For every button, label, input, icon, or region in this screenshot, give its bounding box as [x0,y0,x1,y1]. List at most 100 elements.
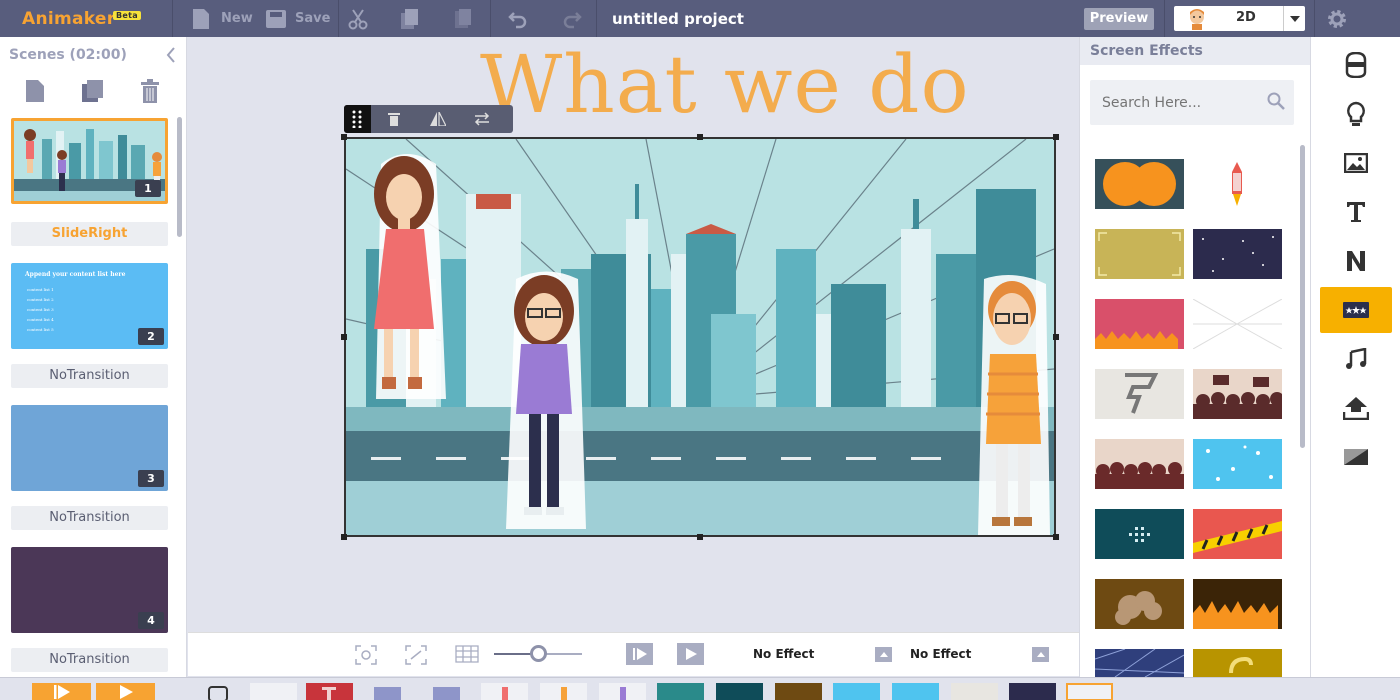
effect-camera-frame[interactable] [1095,229,1184,279]
duplicate-scene-icon[interactable] [80,79,106,103]
delete-object-button[interactable] [388,105,400,133]
collapse-panel-icon[interactable] [166,47,176,63]
scenes-scrollbar[interactable] [177,117,182,237]
settings-button[interactable] [1326,0,1348,37]
effect-rocket[interactable] [1193,159,1282,209]
cut-button[interactable] [348,0,368,37]
save-button[interactable]: Save [265,0,330,37]
scene-2-bullet: content list 2 [27,297,54,302]
flip-icon [430,112,446,126]
timeline-item-stars[interactable] [1009,683,1056,700]
project-title[interactable]: untitled project [612,10,744,28]
effects-scrollbar[interactable] [1300,145,1305,448]
new-button[interactable]: New [190,0,253,37]
effect-web-pattern[interactable] [1095,649,1184,677]
canvas-title-text[interactable]: What we do [480,38,970,131]
play-all-button[interactable] [677,643,704,665]
upload-category-button[interactable] [1320,385,1392,431]
timeline-item-camera[interactable] [195,683,242,700]
timeline-item-smoke[interactable] [775,683,822,700]
scene-thumbnail-2[interactable]: Append your content list here content li… [11,263,168,349]
numbers-category-button[interactable] [1320,238,1392,284]
zoom-slider-thumb[interactable] [530,645,547,662]
effect-smoke[interactable] [1095,579,1184,629]
mode-select[interactable]: 2D [1174,6,1305,31]
search-icon[interactable] [1267,92,1285,110]
exit-effect-label[interactable]: No Effect [910,647,971,661]
effect-binoculars[interactable] [1095,159,1184,209]
copy-button[interactable] [400,0,420,37]
play-scene-button[interactable] [626,643,653,665]
scene-thumbnail-1[interactable]: 1 [11,118,168,204]
effect-crowd[interactable] [1095,439,1184,489]
scene-transition-1[interactable]: SlideRight [11,222,168,246]
effect-gold-swirl[interactable] [1193,649,1282,677]
timeline-item-character[interactable] [481,683,528,700]
effect-snow[interactable] [1193,439,1282,489]
effect-digital[interactable] [1095,509,1184,559]
effect-flames[interactable] [1193,579,1282,629]
timeline-item-character[interactable] [540,683,587,700]
effect-starry-night[interactable] [1193,229,1282,279]
props-category-button[interactable] [1320,91,1392,137]
timeline-item-selected[interactable] [1066,683,1113,700]
timeline-play-button[interactable] [96,683,155,700]
scene-transition-4[interactable]: NoTransition [11,648,168,672]
effects-search-input[interactable] [1090,80,1294,125]
timeline-item-background[interactable] [657,683,704,700]
redo-button[interactable] [562,0,582,37]
timeline-item-character[interactable] [599,683,646,700]
resize-handle[interactable] [1053,534,1059,540]
enter-effect-label[interactable]: No Effect [753,647,814,661]
resize-handle[interactable] [341,534,347,540]
scene-transition-2[interactable]: NoTransition [11,364,168,388]
web-effect-thumbnail [1095,649,1184,677]
effect-tornado[interactable] [1095,369,1184,419]
characters-category-button[interactable] [1320,42,1392,88]
mode-dropdown-toggle[interactable] [1283,6,1305,31]
screen-effects-category-button[interactable] [1320,287,1392,333]
effect-speed-lines[interactable] [1193,299,1282,349]
delete-scene-icon[interactable] [140,79,160,103]
drag-handle[interactable] [344,105,371,133]
fit-center-icon[interactable] [355,645,377,665]
preview-button[interactable]: Preview [1084,8,1154,30]
play-step-icon [632,648,647,660]
add-scene-icon[interactable] [24,79,46,103]
swap-object-button[interactable] [474,105,490,133]
backgrounds-category-button[interactable] [1320,140,1392,186]
flip-object-button[interactable] [430,105,446,133]
grid-icon[interactable] [455,645,479,663]
resize-handle[interactable] [1053,334,1059,340]
timeline-item-shape[interactable] [364,683,411,700]
fullscreen-icon[interactable] [405,645,427,665]
scene-stage[interactable] [344,137,1056,537]
timeline-item-snow[interactable] [892,683,939,700]
undo-button[interactable] [508,0,528,37]
resize-handle[interactable] [1053,134,1059,140]
zoom-slider-track[interactable] [494,645,582,662]
paste-button[interactable] [453,0,473,37]
scene-thumbnail-3[interactable]: 3 [11,405,168,491]
enter-effect-toggle[interactable] [875,647,892,662]
resize-handle[interactable] [697,134,703,140]
effect-fire-bottom[interactable] [1095,299,1184,349]
resize-handle[interactable] [697,534,703,540]
effect-police-tape[interactable] [1193,509,1282,559]
resize-handle[interactable] [341,334,347,340]
timeline-play-scene-button[interactable] [32,683,91,700]
timeline-item-tornado[interactable] [951,683,998,700]
timeline-item-digital[interactable] [716,683,763,700]
transitions-category-button[interactable] [1320,434,1392,480]
timeline-item-snow[interactable] [833,683,880,700]
effect-protest-crowd[interactable] [1193,369,1282,419]
timeline-item-text[interactable] [306,683,353,700]
timeline-item-blank[interactable] [250,683,297,700]
scene-transition-3[interactable]: NoTransition [11,506,168,530]
resize-handle[interactable] [341,134,347,140]
scene-thumbnail-4[interactable]: 4 [11,547,168,633]
exit-effect-toggle[interactable] [1032,647,1049,662]
music-category-button[interactable] [1320,336,1392,382]
timeline-item-shape[interactable] [423,683,470,700]
text-category-button[interactable] [1320,189,1392,235]
